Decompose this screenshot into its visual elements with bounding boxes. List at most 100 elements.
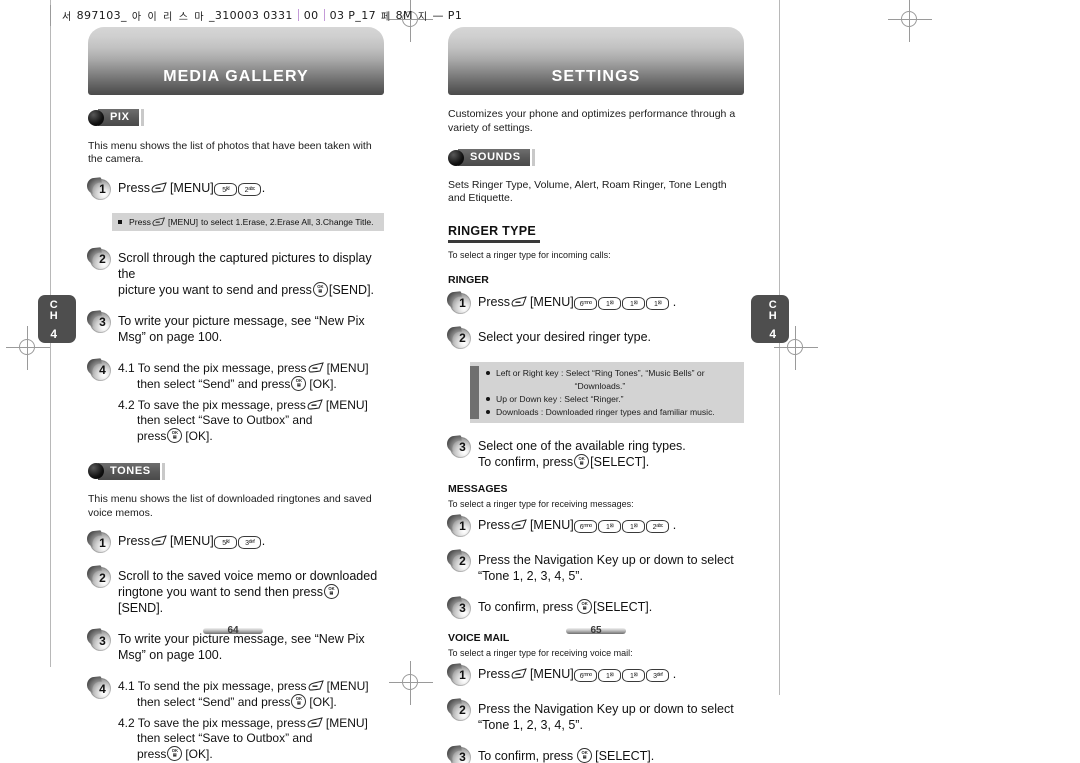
voice-mail-step-3-text: To confirm, press OK ▤ [SELECT].	[478, 746, 654, 763]
pix-step-1-press: Press	[118, 180, 150, 195]
registration-mark-top-right	[888, 0, 932, 42]
step-number-badge: 2	[446, 325, 474, 349]
right-page-column: SETTINGS Customizes your phone and optim…	[446, 27, 744, 763]
voice-mail-step-1-press: Press	[478, 666, 510, 681]
note-bullet-icon	[486, 370, 490, 375]
tones-step-2-line-2-post: [SEND].	[118, 601, 164, 615]
tones-step-4-1-a: 4.1 To send the pix message, press	[118, 679, 307, 693]
manual-page-spread: 서 897103_ 아 이 리 스 마 _310003 0331 00 03 P…	[0, 0, 1080, 763]
pix-intro-text: This menu shows the list of photos that …	[88, 139, 372, 166]
pix-step-4-1-a: 4.1 To send the pix message, press	[118, 360, 307, 375]
keypad-key-1: 1⊠	[598, 296, 622, 310]
note-bullet-icon	[486, 396, 490, 401]
note-row: “Downloads.”	[486, 380, 738, 392]
tones-step-4-text: 4.1 To send the pix message, press [MENU]…	[118, 677, 369, 763]
settings-intro-text: Customizes your phone and optimizes perf…	[448, 108, 736, 134]
step-number-badge: 1	[446, 662, 474, 686]
messages-caption: To select a ringer type for receiving me…	[448, 498, 634, 509]
settings-banner-title: SETTINGS	[551, 68, 641, 85]
messages-step-2-number: 2	[459, 554, 466, 568]
slug-code-2: _310003 0331	[208, 8, 293, 22]
step-number-badge: 4	[86, 357, 114, 381]
ringer-note-line-3: Up or Down key : Select “Ringer.”	[496, 393, 624, 404]
soft-key-icon	[307, 398, 324, 411]
messages-step-1-press: Press	[478, 517, 510, 532]
voice-mail-step-1: 1 Press [MENU] 6mno 1⊠ 1⊠ 3def.	[446, 662, 744, 686]
keypad-key-5: 5jkl	[214, 182, 238, 196]
voice-mail-step-2-number: 2	[459, 703, 466, 717]
soft-key-icon	[308, 680, 325, 692]
slug-cjk-2: 아	[131, 11, 142, 23]
section-pill-pix-tail	[140, 109, 144, 126]
slug-code-4: 03 P_17	[329, 8, 376, 22]
step-number-badge: 4	[86, 676, 114, 699]
ringer-step-2-text: Select your desired ringer type.	[478, 329, 652, 344]
ok-key-icon: OK ▤	[574, 453, 590, 469]
tones-step-4-2-ok: [OK].	[185, 747, 213, 761]
pix-step-4-2-c: press	[137, 428, 167, 443]
pix-step-1-number: 1	[99, 182, 106, 196]
ringer-step-1: 1 Press [MENU] 6mno 1⊠ 1⊠ 1⊠.	[446, 290, 744, 314]
voice-mail-step-3-number: 3	[459, 750, 466, 763]
tones-step-3-line-2: Msg” on page 100.	[118, 648, 223, 662]
pix-step-4-2-menu: [MENU]	[325, 397, 368, 412]
messages-step-2-line-1: Press the Navigation Key up or down to s…	[478, 552, 734, 567]
pix-step-4: 4 4.1 To send the pix message, press [MEN…	[86, 357, 384, 449]
slug-cjk-6: 마	[194, 11, 204, 23]
slug-tick-2	[323, 9, 325, 21]
pix-step-1-period: .	[261, 180, 266, 195]
step-number-badge: 1	[86, 530, 114, 553]
tones-step-1: 1 Press [MENU] 5jkl 3def.	[86, 530, 384, 553]
pix-step-3-number: 3	[99, 315, 106, 329]
ok-key-icon: OK ▤	[577, 598, 593, 614]
left-page-column: MEDIA GALLERY PIX This menu shows the li…	[86, 27, 384, 763]
section-pill-pix: PIX	[88, 109, 144, 126]
note-bullet-icon	[486, 409, 490, 414]
page-number-left: 64	[203, 624, 263, 637]
tones-step-3-number: 3	[99, 633, 106, 648]
media-gallery-banner-title: MEDIA GALLERY	[163, 68, 309, 85]
settings-banner: SETTINGS	[448, 27, 744, 95]
soft-key-icon	[307, 717, 324, 729]
note-spine	[470, 365, 479, 419]
voice-mail-step-2: 2 Press the Navigation Key up or down to…	[446, 697, 744, 733]
slug-code-3: 00	[303, 8, 319, 22]
keypad-key-2: 2abc	[238, 182, 262, 196]
tones-step-2: 2 Scroll to the saved voice memo or down…	[86, 565, 384, 616]
pix-step-4-1-menu: [MENU]	[326, 360, 369, 375]
pix-step-2-number: 2	[99, 252, 106, 266]
step-number-badge: 3	[446, 434, 474, 458]
step-number-badge: 3	[86, 309, 114, 333]
tones-step-4-1-b: then select “Send” and press	[137, 695, 291, 709]
slug-tick-1	[297, 9, 299, 21]
ringer-step-3: 3 Select one of the available ring types…	[446, 434, 744, 470]
ringer-heading: RINGER	[448, 273, 489, 286]
messages-step-3-text: To confirm, press OK ▤ [SELECT].	[478, 597, 652, 615]
keypad-key-1: 1⊠	[622, 519, 646, 533]
keypad-key-3: 3def	[238, 536, 262, 549]
slug-cjk-3: 이	[147, 11, 158, 23]
pix-step-2-text: Scroll through the captured pictures to …	[118, 248, 384, 298]
keypad-key-1: 1⊠	[598, 668, 622, 682]
voice-mail-caption: To select a ringer type for receiving vo…	[448, 647, 633, 658]
chapter-tab-left: C H 4	[38, 295, 76, 343]
tones-step-4-2-b: then select “Save to Outbox” and	[137, 731, 313, 745]
page-number-left-value: 64	[227, 625, 239, 636]
ringer-type-heading: RINGER TYPE	[448, 224, 541, 243]
ok-key-icon: OK ▤	[167, 427, 183, 443]
slug-cjk-1: 서	[62, 11, 72, 23]
messages-step-2: 2 Press the Navigation Key up or down to…	[446, 548, 744, 584]
ringer-steps: 1 Press [MENU] 6mno 1⊠ 1⊠ 1⊠. 2 Select your d…	[446, 290, 744, 470]
voice-mail-step-1-text: Press [MENU] 6mno 1⊠ 1⊠ 3def.	[478, 664, 676, 682]
step-number-badge: 2	[446, 548, 474, 572]
tones-step-2-line-1: Scroll to the saved voice memo or downlo…	[118, 569, 378, 583]
voice-mail-step-3: 3 To confirm, press OK ▤ [SELECT].	[446, 744, 744, 763]
section-pill-pix-label: PIX	[98, 109, 139, 126]
ringer-step-1-press: Press	[478, 294, 510, 309]
media-gallery-banner: MEDIA GALLERY	[88, 27, 384, 95]
slug-cjk-5: 스	[178, 11, 189, 23]
keypad-key-5: 5jkl	[214, 536, 238, 549]
ok-key-icon: OK ▤	[291, 694, 307, 709]
page-number-right: 65	[566, 624, 626, 637]
messages-heading: MESSAGES	[448, 482, 508, 495]
